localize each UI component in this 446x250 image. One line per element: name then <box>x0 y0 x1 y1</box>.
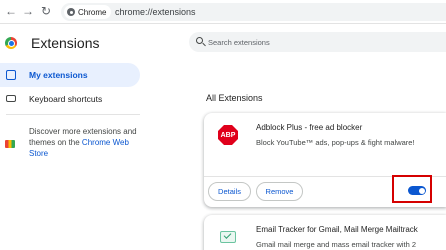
sidebar-item-keyboard-shortcuts[interactable]: Keyboard shortcuts <box>0 87 140 111</box>
reload-icon[interactable]: ↻ <box>39 4 53 18</box>
puzzle-icon <box>6 70 16 80</box>
web-store-icon <box>5 140 15 148</box>
extension-description: Gmail mail merge and mass email tracker … <box>256 240 417 249</box>
sidebar-item-my-extensions[interactable]: My extensions <box>0 63 140 87</box>
search-input[interactable]: Search extensions <box>189 32 446 52</box>
url-text[interactable]: chrome://extensions <box>115 7 196 17</box>
site-chip-label: Chrome <box>78 7 107 17</box>
enable-toggle[interactable] <box>408 186 426 195</box>
extension-description: Block YouTube™ ads, pop-ups & fight malw… <box>256 138 415 147</box>
chrome-logo-icon <box>5 37 17 49</box>
extension-name: Adblock Plus - free ad blocker <box>256 123 363 132</box>
address-bar[interactable]: Chrome chrome://extensions <box>61 3 446 21</box>
mail-check-icon <box>220 231 236 243</box>
back-icon[interactable]: ← <box>4 4 18 18</box>
sidebar-divider <box>6 114 140 115</box>
search-icon <box>196 37 203 44</box>
keyboard-icon <box>6 95 16 102</box>
extension-card: Email Tracker for Gmail, Mail Merge Mail… <box>204 215 446 250</box>
sidebar-item-label: My extensions <box>29 70 88 80</box>
browser-toolbar: ← → ↻ Chrome chrome://extensions <box>0 0 446 24</box>
discover-text: Discover more extensions and themes on t… <box>29 126 139 159</box>
search-placeholder: Search extensions <box>208 38 270 47</box>
page-title: Extensions <box>31 35 100 51</box>
sidebar-item-label: Keyboard shortcuts <box>29 94 103 104</box>
chrome-icon <box>67 8 75 16</box>
abp-icon: ABP <box>218 125 238 145</box>
details-button[interactable]: Details <box>208 182 251 201</box>
remove-button[interactable]: Remove <box>256 182 303 201</box>
section-title: All Extensions <box>206 93 263 103</box>
extension-name: Email Tracker for Gmail, Mail Merge Mail… <box>256 225 418 234</box>
toggle-knob <box>418 187 425 194</box>
forward-icon[interactable]: → <box>21 4 35 18</box>
site-chip[interactable]: Chrome <box>64 5 112 19</box>
